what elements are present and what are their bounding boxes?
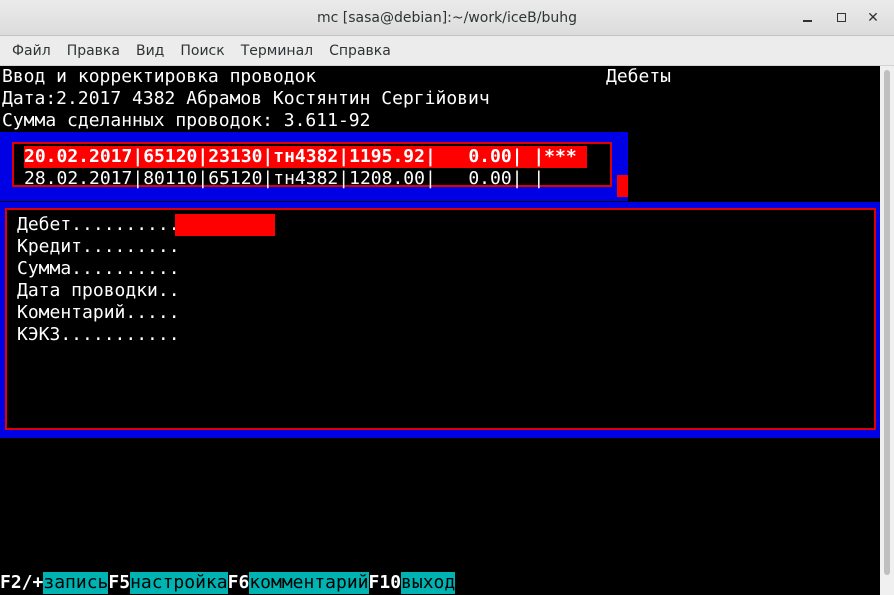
minimize-icon[interactable] <box>798 9 816 27</box>
screen-title: Ввод и корректировка проводок <box>2 66 317 87</box>
mode-label: Дебеты <box>606 66 672 87</box>
debit-input[interactable] <box>175 214 275 236</box>
posting-date-label: Дата проводки.. <box>17 280 180 301</box>
close-icon[interactable]: ✕ <box>864 9 882 27</box>
fkey-f10-label[interactable]: выход <box>401 572 456 594</box>
menu-edit[interactable]: Правка <box>59 36 128 66</box>
entries-list: 20.02.2017|65120|23130|тн4382|1195.92| 0… <box>12 142 612 190</box>
menu-terminal[interactable]: Терминал <box>233 36 321 66</box>
terminal-scrollbar[interactable] <box>880 66 894 595</box>
entry-row-selected[interactable]: 20.02.2017|65120|23130|тн4382|1195.92| 0… <box>24 146 587 168</box>
fkey-f10[interactable]: F10 <box>369 572 402 594</box>
fkey-f6-label[interactable]: комментарий <box>249 572 369 594</box>
fkey-f2-label[interactable]: запись <box>43 572 109 594</box>
document-info: Дата:2.2017 4382 Абрамов Костянтин Сергі… <box>2 88 490 109</box>
maximize-icon[interactable] <box>832 9 850 27</box>
credit-label: Кредит......... <box>17 236 180 257</box>
menu-file[interactable]: Файл <box>4 36 59 66</box>
scroll-indicator <box>617 175 628 197</box>
fkey-f5[interactable]: F5 <box>108 572 130 594</box>
comment-label: Коментарий..... <box>17 302 180 323</box>
kekz-label: КЭКЗ........... <box>17 324 180 345</box>
menu-view[interactable]: Вид <box>128 36 172 66</box>
menu-search[interactable]: Поиск <box>172 36 232 66</box>
debit-label: Дебет.......... <box>17 214 180 235</box>
terminal-area[interactable]: Ввод и корректировка проводок Дебеты Дат… <box>0 66 880 595</box>
fkey-f2[interactable]: F2/+ <box>0 572 43 594</box>
entry-row[interactable]: 28.02.2017|80110|65120|тн4382|1208.00| 0… <box>24 168 544 190</box>
function-key-bar: F2/+ запись F5 настройка F6 комментарий F10 вых… <box>0 572 456 594</box>
scrollbar-thumb[interactable] <box>884 70 890 575</box>
fkey-f5-label[interactable]: настройка <box>130 572 228 594</box>
total-sum: Сумма сделанных проводок: 3.611-92 <box>2 110 371 131</box>
entry-form-frame: Дебет.......... Кредит......... Сумма...… <box>0 202 880 438</box>
window-title: mc [sasa@debian]:~/work/iceB/buhg <box>317 9 577 26</box>
fkey-f6[interactable]: F6 <box>228 572 250 594</box>
menubar: Файл Правка Вид Поиск Терминал Справка <box>0 36 894 66</box>
amount-label: Сумма.......... <box>17 258 180 279</box>
window-titlebar: mc [sasa@debian]:~/work/iceB/buhg ✕ <box>0 0 894 36</box>
menu-help[interactable]: Справка <box>321 36 399 66</box>
entries-list-frame: 20.02.2017|65120|23130|тн4382|1195.92| 0… <box>0 132 628 201</box>
entry-form: Дебет.......... Кредит......... Сумма...… <box>5 208 876 430</box>
